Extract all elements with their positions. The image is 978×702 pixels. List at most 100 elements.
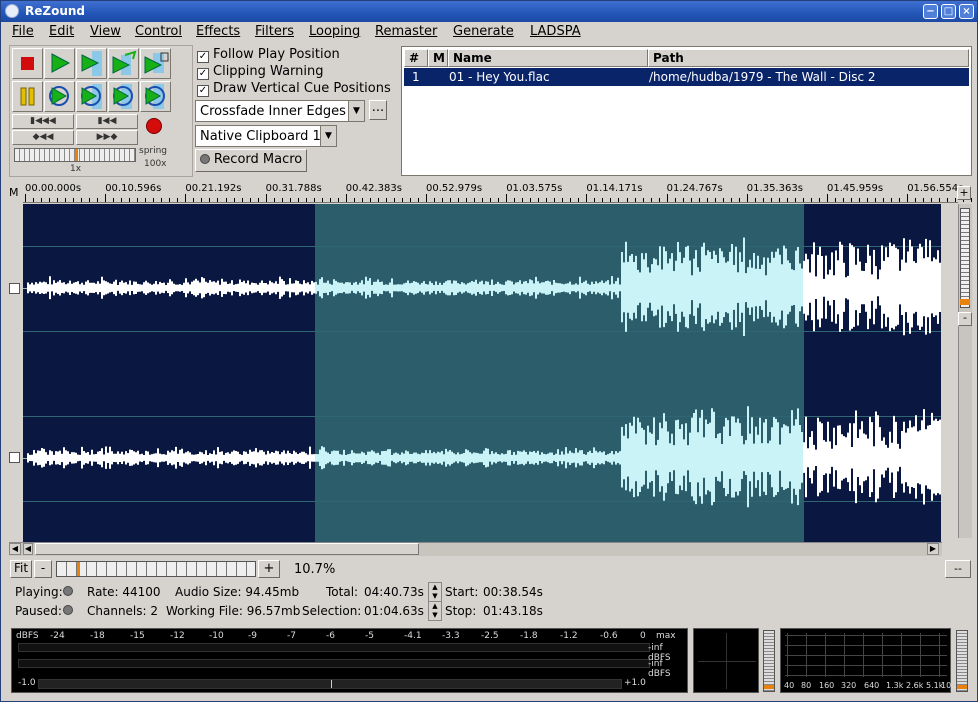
menu-remaster[interactable]: Remaster (375, 24, 437, 39)
column-header-name[interactable]: Name (448, 49, 648, 67)
time-ruler[interactable]: 00.00.000s 00.10.596s 00.21.192s 00.31.788s… (23, 183, 973, 203)
stop-value[interactable]: 01:43.18s (483, 604, 543, 618)
ruler-tick (442, 198, 444, 202)
playing-label: Playing: (15, 585, 63, 599)
menu-file[interactable]: File (12, 24, 34, 39)
start-value[interactable]: 00:38.54s (483, 585, 543, 599)
channel-1-mute-checkbox[interactable] (9, 283, 20, 294)
spin-down-icon[interactable]: ▼ (432, 611, 437, 619)
ruler-tick (570, 198, 572, 202)
menu-filters[interactable]: Filters (255, 24, 294, 39)
meter-scale-label: 0 (640, 631, 646, 641)
waveform-view[interactable] (23, 204, 941, 542)
menu-ladspa[interactable]: LADSPA (530, 24, 581, 39)
horizontal-scrollbar[interactable]: ◀ ◀ ▶ (9, 542, 942, 556)
fit-button[interactable]: Fit (10, 560, 32, 578)
jump-to-previous-cue-button[interactable]: ▮◀◀ (76, 114, 138, 129)
maximize-button[interactable]: □ (941, 4, 956, 19)
close-button[interactable]: × (959, 4, 974, 19)
spin-up-icon[interactable]: ▲ (432, 602, 437, 610)
zoom-knob[interactable] (77, 562, 80, 576)
amplitude-gridline (23, 246, 941, 247)
crossfade-select[interactable]: Crossfade Inner Edges ▼ (195, 100, 365, 122)
meter-scale-label: -15 (130, 631, 145, 641)
zoom-slider[interactable] (56, 561, 256, 577)
scroll-thumb[interactable] (35, 543, 419, 555)
play-loop-button[interactable] (108, 48, 139, 79)
ruler-tick (562, 198, 564, 202)
play-all-once-button[interactable] (44, 81, 75, 112)
jump-to-start-button[interactable]: ▮◀◀◀ (12, 114, 74, 129)
ruler-tick (939, 198, 941, 202)
shuttle-knob[interactable] (75, 149, 78, 161)
clipping-warning-checkbox[interactable]: ✓ Clipping Warning (197, 64, 324, 80)
vertical-zoom-out-button[interactable]: - (958, 312, 972, 326)
pause-button[interactable] (12, 81, 43, 112)
play-selection-once-button[interactable] (76, 81, 107, 112)
spin-up-icon[interactable]: ▲ (432, 583, 437, 591)
channel-2-mute-checkbox[interactable] (9, 452, 20, 463)
play-selection-button[interactable] (76, 48, 107, 79)
menu-edit[interactable]: Edit (49, 24, 74, 39)
minimize-button[interactable]: − (923, 4, 938, 19)
clipboard-select[interactable]: Native Clipboard 1 ▼ (195, 125, 337, 147)
menu-effects[interactable]: Effects (196, 24, 240, 39)
ruler-tick (305, 198, 307, 202)
ruler-tick (81, 198, 83, 202)
ruler-time-label: 00.00.000s (25, 183, 82, 194)
play-selection-loop-gap-button[interactable] (140, 81, 171, 112)
column-header-path[interactable]: Path (648, 49, 969, 67)
scroll-right-arrow[interactable]: ▶ (927, 543, 939, 555)
chevron-down-icon[interactable]: ▼ (348, 101, 364, 121)
scope-zoom-knob[interactable] (764, 685, 774, 689)
draw-cue-checkbox[interactable]: ✓ Draw Vertical Cue Positions (197, 81, 391, 97)
column-header-modified[interactable]: M (428, 49, 448, 67)
play-selection-loop-button[interactable] (108, 81, 139, 112)
chevron-down-icon[interactable]: ▼ (320, 126, 336, 146)
vertical-zoom-in-button[interactable]: + (957, 186, 971, 200)
scope-zoom-slider[interactable] (763, 630, 775, 692)
start-spinner[interactable]: ▲ ▼ (428, 582, 442, 602)
title-bar[interactable]: ReZound − □ × (1, 1, 977, 22)
follow-play-checkbox[interactable]: ✓ Follow Play Position (197, 47, 340, 63)
vertical-zoom-knob[interactable] (960, 299, 970, 305)
ruler-tick (482, 198, 484, 202)
play-loop-gap-button[interactable] (140, 48, 171, 79)
ruler-tick (185, 194, 187, 202)
scroll-left-step-arrow[interactable]: ◀ (23, 543, 33, 555)
stop-button[interactable] (12, 48, 43, 79)
scroll-left-arrow[interactable]: ◀ (9, 543, 21, 555)
menu-generate[interactable]: Generate (453, 24, 514, 39)
play-button[interactable] (44, 48, 75, 79)
zoom-out-button[interactable]: - (34, 560, 52, 578)
record-macro-button[interactable]: Record Macro (195, 149, 307, 172)
analyzer-zoom-knob[interactable] (957, 685, 967, 689)
ruler-tick (786, 198, 788, 202)
menu-control[interactable]: Control (135, 24, 182, 39)
scope-axis (698, 661, 756, 662)
vertical-zoom-track[interactable] (960, 208, 970, 308)
ruler-tick (931, 198, 933, 202)
zoom-extra-button[interactable]: -- (945, 560, 971, 578)
analyzer-zoom-slider[interactable] (956, 630, 968, 692)
ruler-tick (867, 198, 869, 202)
vertical-zoom-slider[interactable]: - (958, 204, 972, 538)
record-button[interactable] (146, 118, 162, 134)
seek-forward-button[interactable]: ▶▶◆ (76, 130, 138, 145)
stop-spinner[interactable]: ▲ ▼ (428, 601, 442, 621)
shuttle-slider[interactable] (14, 148, 136, 162)
ruler-tick (417, 198, 419, 202)
sound-file-list[interactable]: # M Name Path 1 01 - Hey You.flac /home/… (401, 46, 972, 176)
crossfade-settings-button[interactable]: ... (369, 100, 387, 120)
column-header-number[interactable]: # (404, 49, 428, 67)
record-macro-label: Record Macro (213, 152, 303, 167)
menu-view[interactable]: View (90, 24, 121, 39)
waveform-channel-right (803, 238, 941, 336)
ruler-tick (835, 198, 837, 202)
list-item[interactable]: 1 01 - Hey You.flac /home/hudba/1979 - T… (404, 68, 969, 86)
menu-looping[interactable]: Looping (309, 24, 360, 39)
seek-backward-button[interactable]: ◆◀◀ (12, 130, 74, 145)
ruler-tick (257, 198, 259, 202)
zoom-in-button[interactable]: + (258, 560, 280, 578)
spin-down-icon[interactable]: ▼ (432, 592, 437, 600)
